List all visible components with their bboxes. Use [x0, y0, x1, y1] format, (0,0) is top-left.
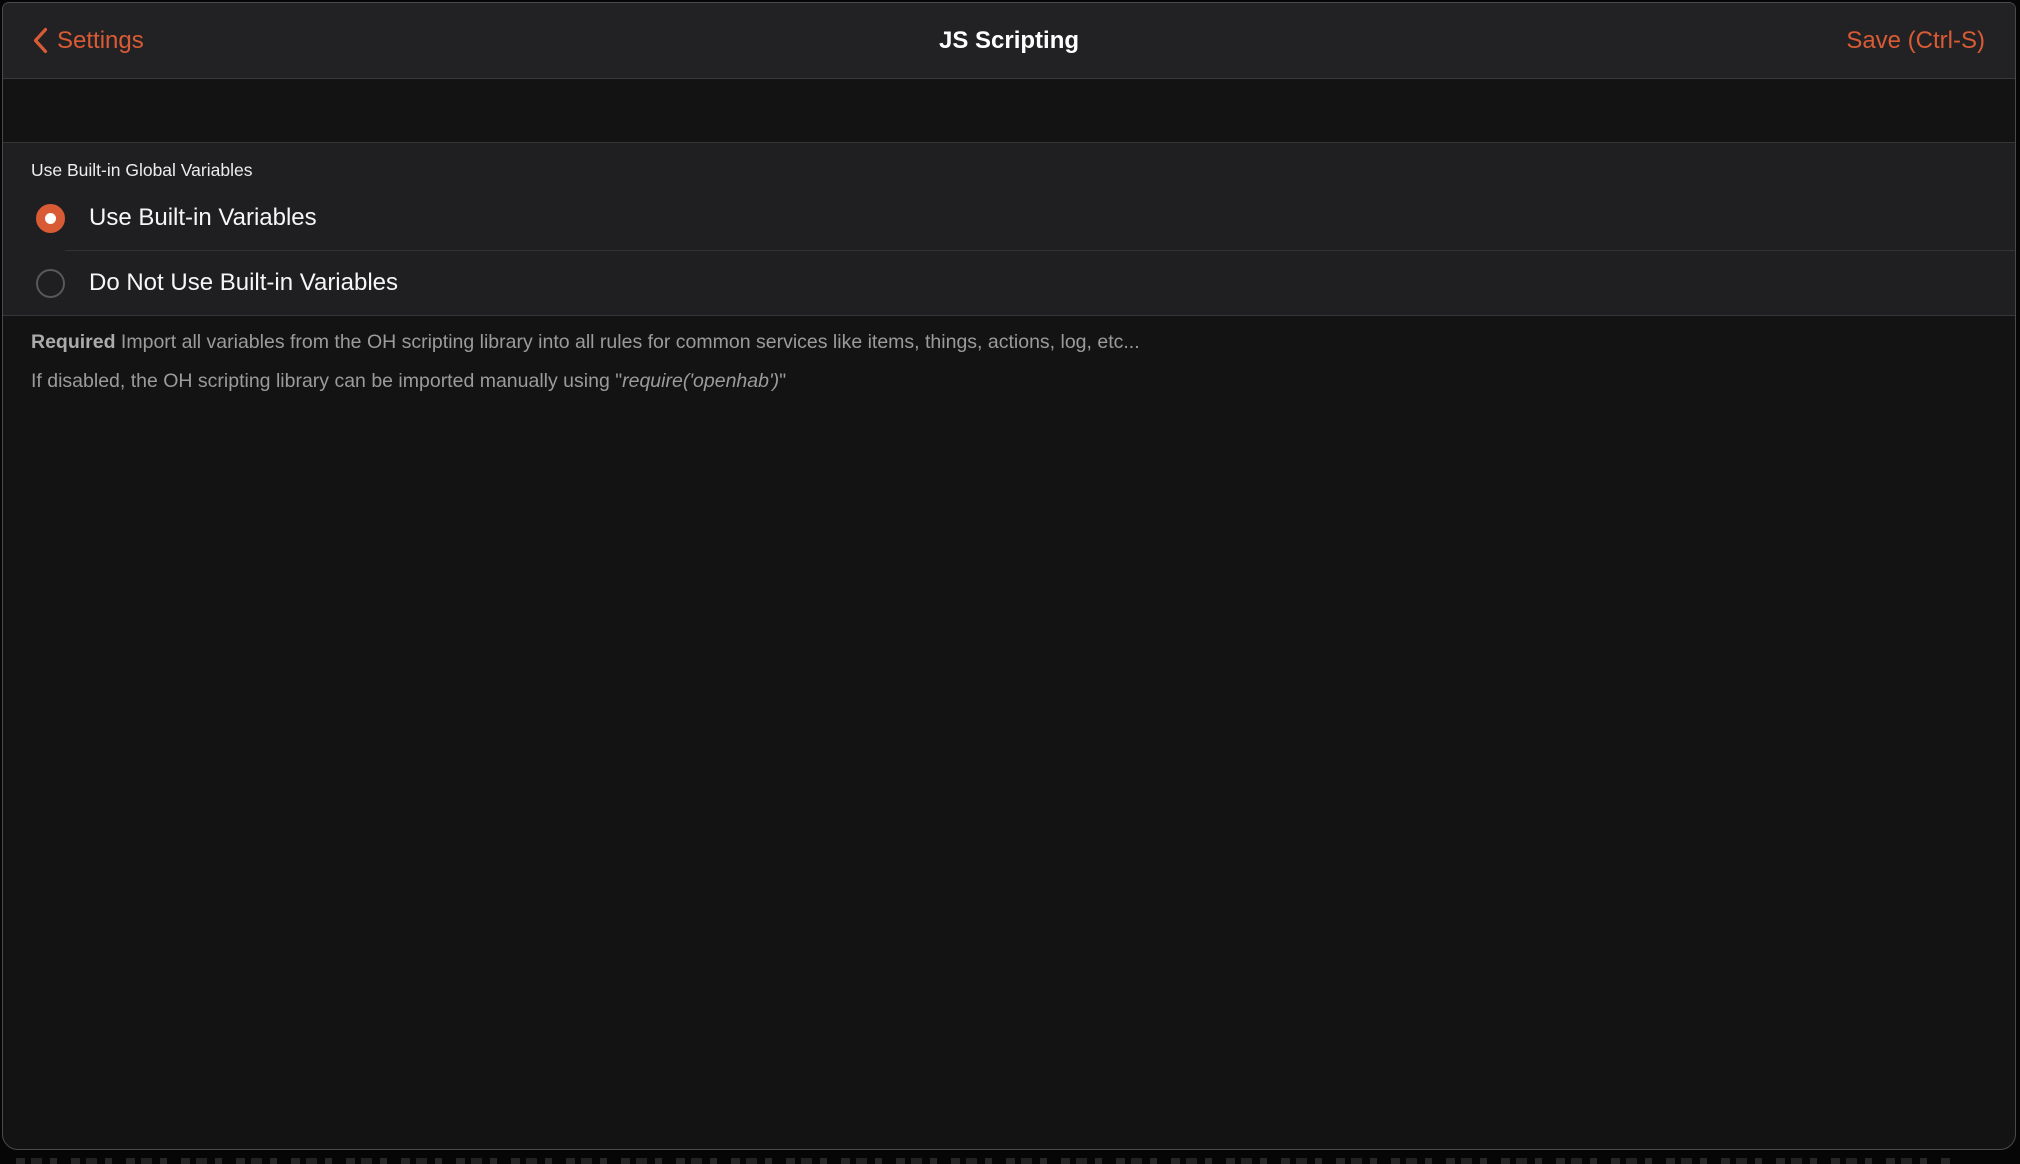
chevron-left-icon [33, 27, 48, 54]
radio-icon [36, 269, 65, 298]
radio-dot [45, 213, 56, 224]
radio-option-label: Do Not Use Built-in Variables [89, 269, 398, 297]
toolbar-spacer [3, 79, 2015, 142]
required-badge: Required [31, 331, 116, 353]
radio-option-do-not-use-builtin-variables[interactable]: Do Not Use Built-in Variables [3, 251, 2015, 315]
save-button[interactable]: Save (Ctrl-S) [1846, 27, 1985, 55]
group-label: Use Built-in Global Variables [3, 143, 2015, 186]
description-line-1-text: Import all variables from the OH scripti… [116, 331, 1140, 353]
description: Required Import all variables from the O… [3, 316, 2015, 394]
background-window-text-sliver [16, 1158, 1950, 1164]
description-line-1: Required Import all variables from the O… [31, 329, 1975, 355]
settings-window: Settings JS Scripting Save (Ctrl-S) Use … [2, 2, 2016, 1150]
page-title: JS Scripting [3, 3, 2015, 78]
options-list: Use Built-in Global Variables Use Built-… [3, 142, 2015, 316]
radio-option-use-builtin-variables[interactable]: Use Built-in Variables [3, 186, 2015, 250]
navbar: Settings JS Scripting Save (Ctrl-S) [3, 3, 2015, 79]
radio-icon [36, 204, 65, 233]
description-line-2-suffix: " [779, 370, 786, 392]
radio-option-label: Use Built-in Variables [89, 204, 317, 232]
back-button[interactable]: Settings [33, 27, 144, 55]
code-snippet: require('openhab') [622, 370, 779, 392]
description-line-2: If disabled, the OH scripting library ca… [31, 368, 1975, 394]
description-line-2-prefix: If disabled, the OH scripting library ca… [31, 370, 622, 392]
back-button-label: Settings [57, 27, 144, 55]
